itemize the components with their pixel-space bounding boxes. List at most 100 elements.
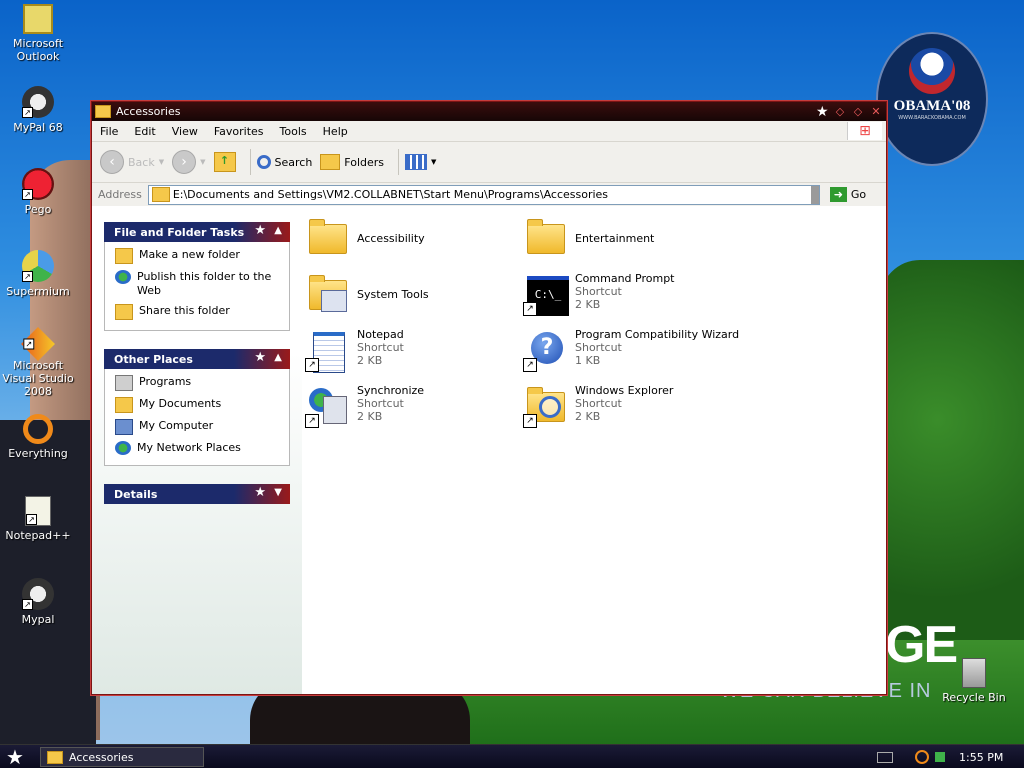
desktop-icon-supermium[interactable]: ↗ Supermium (0, 250, 80, 298)
help-icon: ? ↗ (523, 328, 567, 372)
place-my-network-places[interactable]: My Network Places (115, 441, 289, 455)
go-button[interactable]: ➜ Go (829, 187, 866, 202)
close-button[interactable]: ✕ (870, 105, 882, 118)
details-panel: Details ★ ▼ (104, 484, 290, 504)
file-item-system-tools[interactable]: System Tools (305, 272, 525, 316)
task-share-folder[interactable]: Share this folder (115, 304, 289, 320)
file-size: 2 KB (575, 298, 601, 311)
desktop-icon-label: Mypal (21, 613, 55, 626)
other-places-header[interactable]: Other Places ★ ▲ (104, 349, 290, 369)
place-programs[interactable]: Programs (115, 375, 289, 391)
file-item-notepad[interactable]: ↗ Notepad Shortcut 2 KB (305, 328, 525, 373)
globe-icon (115, 270, 131, 284)
desktop-icon-label: Notepad++ (5, 529, 71, 542)
file-item-synchronize[interactable]: ↗ Synchronize Shortcut 2 KB (305, 384, 525, 428)
search-tray-icon[interactable] (915, 750, 929, 764)
my-documents-icon (115, 397, 133, 413)
desktop-icon-outlook[interactable]: Microsoft Outlook (0, 4, 80, 63)
star-icon: ★ (254, 223, 266, 238)
file-item-command-prompt[interactable]: C:\_ ↗ Command Prompt Shortcut 2 KB (523, 272, 743, 316)
file-item-windows-explorer[interactable]: ↗ Windows Explorer Shortcut 2 KB (523, 384, 743, 428)
menu-edit[interactable]: Edit (126, 125, 163, 138)
folder-icon (305, 216, 349, 260)
file-size: 1 KB (575, 354, 601, 367)
place-label: My Documents (139, 397, 222, 410)
start-button[interactable]: ★ (6, 746, 24, 768)
menu-favorites[interactable]: Favorites (206, 125, 272, 138)
folders-button[interactable]: Folders (320, 154, 384, 170)
star-icon: ★ (254, 350, 266, 365)
views-button[interactable]: ▼ (405, 154, 436, 170)
address-bar: Address E:\Documents and Settings\VM2.CO… (92, 183, 886, 207)
taskbar-button-label: Accessories (69, 750, 134, 764)
panel-title: Details (114, 487, 158, 501)
search-label: Search (274, 155, 313, 169)
file-size: 2 KB (575, 410, 601, 423)
wallpaper-trees (880, 260, 1024, 660)
menu-file[interactable]: File (92, 125, 126, 138)
search-button[interactable]: Search (256, 155, 313, 169)
go-arrow-icon: ➜ (829, 187, 847, 202)
forward-button[interactable]: › ▼ (172, 150, 206, 174)
file-type: Shortcut (575, 397, 622, 410)
up-folder-button[interactable]: ↑ (213, 152, 236, 172)
dropdown-arrow-icon: ▼ (158, 158, 165, 166)
file-item-program-compatibility-wizard[interactable]: ? ↗ Program Compatibility Wizard Shortcut 1… (523, 328, 743, 372)
file-item-entertainment[interactable]: Entertainment (523, 216, 743, 260)
keyboard-icon[interactable] (877, 752, 893, 763)
mypal-icon: ↗ (22, 578, 54, 610)
star-icon: ★ (816, 103, 829, 120)
clock[interactable]: 1:55 PM (959, 751, 1003, 764)
maximize-button[interactable]: ◇ (852, 105, 864, 118)
desktop-icon-visual-studio[interactable]: ↗ Microsoft Visual Studio 2008 (0, 327, 80, 398)
toolbar-separator (398, 149, 400, 175)
place-my-computer[interactable]: My Computer (115, 419, 289, 435)
mypal-icon: ↗ (22, 86, 54, 118)
synchronize-icon: ↗ (305, 384, 349, 428)
title-bar[interactable]: Accessories ★ ◇ ◇ ✕ (92, 102, 886, 121)
collapse-icon[interactable]: ▲ (274, 352, 282, 363)
menu-help[interactable]: Help (315, 125, 356, 138)
shortcut-arrow-icon: ↗ (305, 358, 319, 372)
desktop-icon-mypal68[interactable]: ↗ MyPal 68 (0, 86, 80, 134)
file-size: 2 KB (357, 410, 383, 423)
minimize-button[interactable]: ◇ (834, 105, 846, 118)
place-label: My Computer (139, 419, 214, 432)
file-name: Windows Explorer (575, 384, 674, 397)
expand-icon[interactable]: ▼ (274, 487, 282, 498)
task-publish-web[interactable]: Publish this folder to the Web (115, 270, 289, 298)
notepad-icon: ↗ (305, 328, 349, 373)
up-folder-icon: ↑ (213, 152, 236, 172)
back-button[interactable]: ‹ Back ▼ (100, 150, 164, 174)
address-dropdown-button[interactable] (810, 185, 819, 204)
folder-icon (47, 750, 63, 764)
folder-icon (151, 187, 170, 202)
file-folder-tasks-header[interactable]: File and Folder Tasks ★ ▲ (104, 222, 290, 242)
obama-badge-sub: WWW.BARACKOBAMA.COM (898, 115, 966, 121)
other-places-panel: Other Places ★ ▲ Programs My Documents M… (104, 349, 290, 466)
obama-badge-text: OBAMA'08 (893, 98, 971, 114)
file-item-accessibility[interactable]: Accessibility (305, 216, 525, 260)
desktop-icon-pego[interactable]: ↗ Pego (0, 168, 80, 216)
explorer-icon: ↗ (523, 384, 567, 428)
taskbar-button-accessories[interactable]: Accessories (40, 747, 204, 767)
forward-arrow-icon: › (172, 150, 197, 174)
views-icon (405, 154, 428, 170)
desktop-icon-recycle-bin[interactable]: Recycle Bin (932, 658, 1016, 704)
menu-tools[interactable]: Tools (272, 125, 315, 138)
file-type: Shortcut (357, 397, 404, 410)
shortcut-arrow-icon: ↗ (523, 358, 537, 372)
task-make-new-folder[interactable]: Make a new folder (115, 248, 289, 264)
desktop-icon-mypal[interactable]: ↗ Mypal (0, 578, 80, 626)
place-my-documents[interactable]: My Documents (115, 397, 289, 413)
menu-view[interactable]: View (164, 125, 206, 138)
desktop-icon-notepadpp[interactable]: ↗ Notepad++ (0, 496, 80, 542)
command-prompt-icon: C:\_ ↗ (523, 272, 569, 316)
address-input[interactable]: E:\Documents and Settings\VM2.COLLABNET\… (147, 184, 820, 205)
network-tray-icon[interactable] (935, 752, 945, 762)
details-header[interactable]: Details ★ ▼ (104, 484, 290, 504)
collapse-icon[interactable]: ▲ (274, 225, 282, 236)
desktop-icon-everything[interactable]: Everything (0, 414, 80, 460)
panel-body: Make a new folder Publish this folder to… (104, 242, 290, 331)
obama-logo-icon (909, 48, 955, 94)
